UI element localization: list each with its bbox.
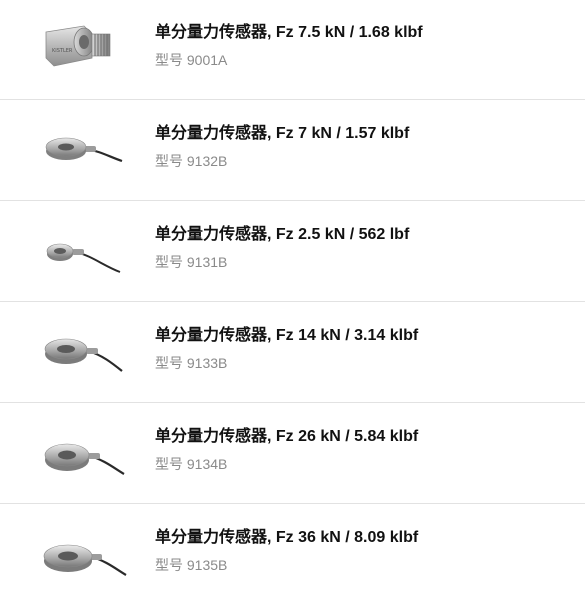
- product-title[interactable]: 单分量力传感器, Fz 7 kN / 1.57 klbf: [155, 119, 409, 143]
- product-model: 型号 9132B: [155, 153, 228, 169]
- product-model: 型号 9135B: [155, 557, 228, 573]
- product-row-9134b[interactable]: 单分量力传感器, Fz 26 kN / 5.84 klbf 型号 9134B: [0, 404, 585, 504]
- product-model: 型号 9134B: [155, 456, 228, 472]
- product-title[interactable]: 单分量力传感器, Fz 36 kN / 8.09 klbf: [155, 523, 418, 547]
- row-divider: [0, 200, 585, 201]
- ring-force-sensor-image: [36, 109, 132, 189]
- product-row-9131b[interactable]: 单分量力传感器, Fz 2.5 kN / 562 lbf 型号 9131B: [0, 202, 585, 302]
- ring-force-sensor-image: [36, 311, 132, 391]
- product-title[interactable]: 单分量力传感器, Fz 7.5 kN / 1.68 klbf: [155, 18, 423, 42]
- product-title[interactable]: 单分量力传感器, Fz 14 kN / 3.14 klbf: [155, 321, 418, 345]
- ring-force-sensor-image: [36, 513, 132, 593]
- row-divider: [0, 301, 585, 302]
- product-row-9135b[interactable]: 单分量力传感器, Fz 36 kN / 8.09 klbf 型号 9135B: [0, 505, 585, 605]
- row-divider: [0, 402, 585, 403]
- ring-force-sensor-image: [36, 210, 132, 290]
- product-list: KISTLER 单分量力传感器, Fz 7.5 kN / 1.68 klbf 型…: [0, 0, 585, 609]
- product-title[interactable]: 单分量力传感器, Fz 2.5 kN / 562 lbf: [155, 220, 409, 244]
- ring-force-sensor-image: [36, 412, 132, 492]
- row-divider: [0, 99, 585, 100]
- product-row-9133b[interactable]: 单分量力传感器, Fz 14 kN / 3.14 klbf 型号 9133B: [0, 303, 585, 403]
- product-row-9001a[interactable]: KISTLER 单分量力传感器, Fz 7.5 kN / 1.68 klbf 型…: [0, 0, 585, 100]
- row-divider: [0, 503, 585, 504]
- product-row-9132b[interactable]: 单分量力传感器, Fz 7 kN / 1.57 klbf 型号 9132B: [0, 101, 585, 201]
- svg-text:KISTLER: KISTLER: [52, 48, 73, 54]
- threaded-stud-force-sensor-image: KISTLER: [36, 8, 132, 88]
- product-model: 型号 9133B: [155, 355, 228, 371]
- product-model: 型号 9001A: [155, 52, 228, 68]
- product-model: 型号 9131B: [155, 254, 228, 270]
- product-title[interactable]: 单分量力传感器, Fz 26 kN / 5.84 klbf: [155, 422, 418, 446]
